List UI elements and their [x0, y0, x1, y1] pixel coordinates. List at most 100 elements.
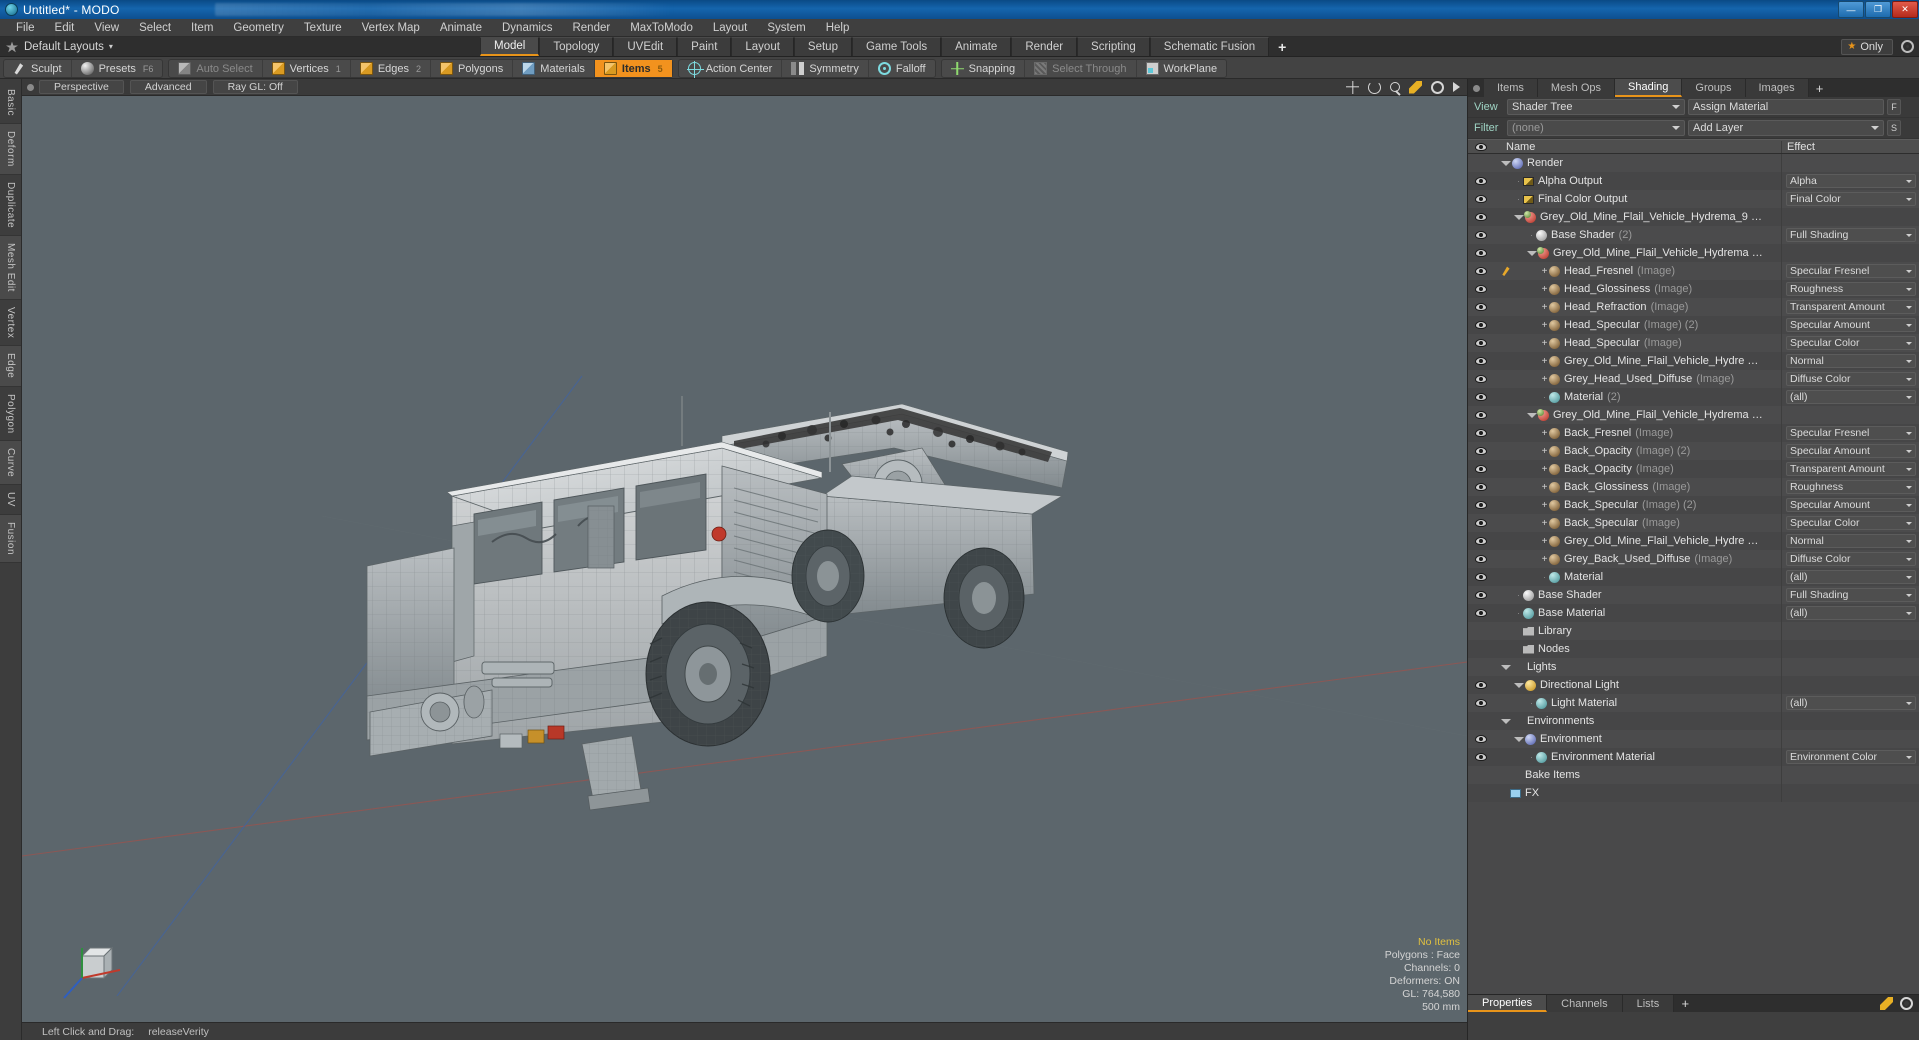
effect-select[interactable]: Specular Amount	[1786, 498, 1916, 512]
rail-item-duplicate[interactable]: Duplicate	[0, 175, 21, 236]
shader-tree-row[interactable]: Bake Items	[1468, 766, 1919, 784]
shader-tree-row[interactable]: + Grey_Head_Used_Diffuse (Image) Diffuse Co…	[1468, 370, 1919, 388]
rail-item-polygon[interactable]: Polygon	[0, 387, 21, 442]
zoom-icon[interactable]	[1390, 82, 1400, 92]
add-layer-button[interactable]: Add Layer	[1688, 120, 1884, 136]
expand-plus-icon[interactable]: +	[1540, 500, 1549, 510]
rail-item-deform[interactable]: Deform	[0, 123, 21, 175]
effect-select[interactable]: Transparent Amount	[1786, 300, 1916, 314]
layout-tab-layout[interactable]: Layout	[731, 37, 794, 56]
view-select[interactable]: Shader Tree	[1507, 99, 1685, 115]
panel-gear-icon[interactable]	[1900, 997, 1913, 1010]
shader-tree-row[interactable]: + Back_Glossiness (Image) Roughness	[1468, 478, 1919, 496]
viewport-gear-icon[interactable]	[1431, 80, 1444, 94]
layout-tab-animate[interactable]: Animate	[941, 37, 1012, 56]
visibility-toggle[interactable]	[1468, 465, 1493, 473]
shader-tree-row[interactable]: + Grey_Old_Mine_Flail_Vehicle_Hydre … Norm…	[1468, 532, 1919, 550]
chevron-down-icon[interactable]	[1501, 663, 1511, 672]
effect-select[interactable]: Roughness	[1786, 480, 1916, 494]
rail-item-edge[interactable]: Edge	[0, 346, 21, 387]
layout-tab-model[interactable]: Model	[480, 37, 540, 56]
shader-tree-row-effect[interactable]: Specular Amount	[1781, 442, 1919, 460]
shader-tree-row[interactable]: + Back_Specular (Image) Specular Color	[1468, 514, 1919, 532]
layout-tab-schematic-fusion[interactable]: Schematic Fusion	[1149, 37, 1270, 56]
visibility-toggle[interactable]	[1468, 735, 1493, 743]
rail-item-curve[interactable]: Curve	[0, 441, 21, 486]
effect-select[interactable]: Environment Color	[1786, 750, 1916, 764]
visibility-toggle[interactable]	[1468, 411, 1493, 419]
shader-tree-row[interactable]: Grey_Old_Mine_Flail_Vehicle_Hydrema_9 …	[1468, 208, 1919, 226]
viewport-tab-advanced[interactable]: Advanced	[129, 80, 207, 94]
shader-tree-row[interactable]: · Base Shader Full Shading	[1468, 586, 1919, 604]
properties-tab-lists[interactable]: Lists	[1622, 995, 1675, 1012]
toolbar-items[interactable]: Items 5	[594, 60, 672, 77]
shader-tree-row[interactable]: Environments	[1468, 712, 1919, 730]
menu-dynamics[interactable]: Dynamics	[492, 19, 562, 37]
menu-vertex-map[interactable]: Vertex Map	[352, 19, 430, 37]
visibility-toggle[interactable]	[1468, 339, 1493, 347]
toolbar-symmetry[interactable]: Symmetry	[782, 60, 869, 77]
menu-animate[interactable]: Animate	[430, 19, 492, 37]
toolbar-snapping[interactable]: Snapping	[942, 60, 1026, 77]
filter-options-button[interactable]: S	[1887, 120, 1901, 136]
effect-select[interactable]: (all)	[1786, 570, 1916, 584]
shader-tree-row[interactable]: FX	[1468, 784, 1919, 802]
layout-tab-uvedit[interactable]: UVEdit	[613, 37, 678, 56]
pin-icon[interactable]	[6, 41, 18, 52]
shader-tree-row[interactable]: Nodes	[1468, 640, 1919, 658]
menu-maxtomodo[interactable]: MaxToModo	[620, 19, 703, 37]
chevron-down-icon[interactable]	[1514, 681, 1524, 690]
visibility-toggle[interactable]	[1468, 375, 1493, 383]
shader-tree-row-effect[interactable]: Specular Fresnel	[1781, 262, 1919, 280]
fit-icon[interactable]	[1409, 80, 1422, 94]
shader-tree-row-effect[interactable]: Normal	[1781, 352, 1919, 370]
menu-layout[interactable]: Layout	[703, 19, 758, 37]
shader-tree-row-effect[interactable]: Environment Color	[1781, 748, 1919, 766]
effect-select[interactable]: (all)	[1786, 696, 1916, 710]
visibility-toggle[interactable]	[1468, 249, 1493, 257]
visibility-toggle[interactable]	[1468, 537, 1493, 545]
effect-select[interactable]: Normal	[1786, 534, 1916, 548]
minimize-button[interactable]: —	[1838, 1, 1864, 18]
toolbar-presets[interactable]: Presets F6	[72, 60, 163, 77]
visibility-toggle[interactable]	[1468, 303, 1493, 311]
expand-plus-icon[interactable]: +	[1540, 284, 1549, 294]
viewport-tab-raygl[interactable]: Ray GL: Off	[212, 80, 298, 94]
menu-texture[interactable]: Texture	[294, 19, 352, 37]
maximize-button[interactable]: ❐	[1865, 1, 1891, 18]
default-layouts-label[interactable]: Default Layouts	[24, 41, 104, 53]
rail-item-vertex[interactable]: Vertex	[0, 300, 21, 347]
visibility-toggle[interactable]	[1468, 195, 1493, 203]
toolbar-auto-select[interactable]: Auto Select	[169, 60, 263, 77]
effect-select[interactable]: Alpha	[1786, 174, 1916, 188]
layout-tab-paint[interactable]: Paint	[677, 37, 732, 56]
expand-plus-icon[interactable]: +	[1540, 554, 1549, 564]
panel-tab-mesh-ops[interactable]: Mesh Ops	[1537, 79, 1616, 97]
effect-select[interactable]: Specular Amount	[1786, 318, 1916, 332]
shader-tree-row[interactable]: + Head_Specular (Image) Specular Color	[1468, 334, 1919, 352]
toolbar-polygons[interactable]: Polygons	[431, 60, 514, 77]
panel-tab-groups[interactable]: Groups	[1682, 79, 1746, 97]
shader-tree-row[interactable]: + Back_Opacity (Image) Transparent Amount	[1468, 460, 1919, 478]
visibility-toggle[interactable]	[1468, 609, 1493, 617]
shader-tree-row-effect[interactable]: (all)	[1781, 568, 1919, 586]
layout-tab-render[interactable]: Render	[1011, 37, 1078, 56]
rail-item-mesh-edit[interactable]: Mesh Edit	[0, 235, 21, 300]
toolbar-workplane[interactable]: WorkPlane	[1137, 60, 1227, 77]
rail-item-fusion[interactable]: Fusion	[0, 515, 21, 564]
effect-select[interactable]: Specular Color	[1786, 516, 1916, 530]
menu-render[interactable]: Render	[562, 19, 620, 37]
shader-tree-row-effect[interactable]: Specular Amount	[1781, 316, 1919, 334]
shader-tree-row-effect[interactable]: Roughness	[1781, 280, 1919, 298]
viewport-menu-dot-icon[interactable]	[27, 83, 34, 91]
menu-item[interactable]: Item	[181, 19, 223, 37]
shader-tree-row-effect[interactable]: Specular Color	[1781, 334, 1919, 352]
properties-tab-channels[interactable]: Channels	[1547, 995, 1623, 1012]
expand-plus-icon[interactable]: +	[1540, 518, 1549, 528]
shader-tree-row[interactable]: + Head_Specular (Image) (2) Specular Amount	[1468, 316, 1919, 334]
visibility-toggle[interactable]	[1468, 753, 1493, 761]
shader-tree-row[interactable]: Environment	[1468, 730, 1919, 748]
expand-plus-icon[interactable]: +	[1540, 356, 1549, 366]
visibility-toggle[interactable]	[1468, 357, 1493, 365]
panel-expand-icon[interactable]	[1880, 997, 1893, 1010]
